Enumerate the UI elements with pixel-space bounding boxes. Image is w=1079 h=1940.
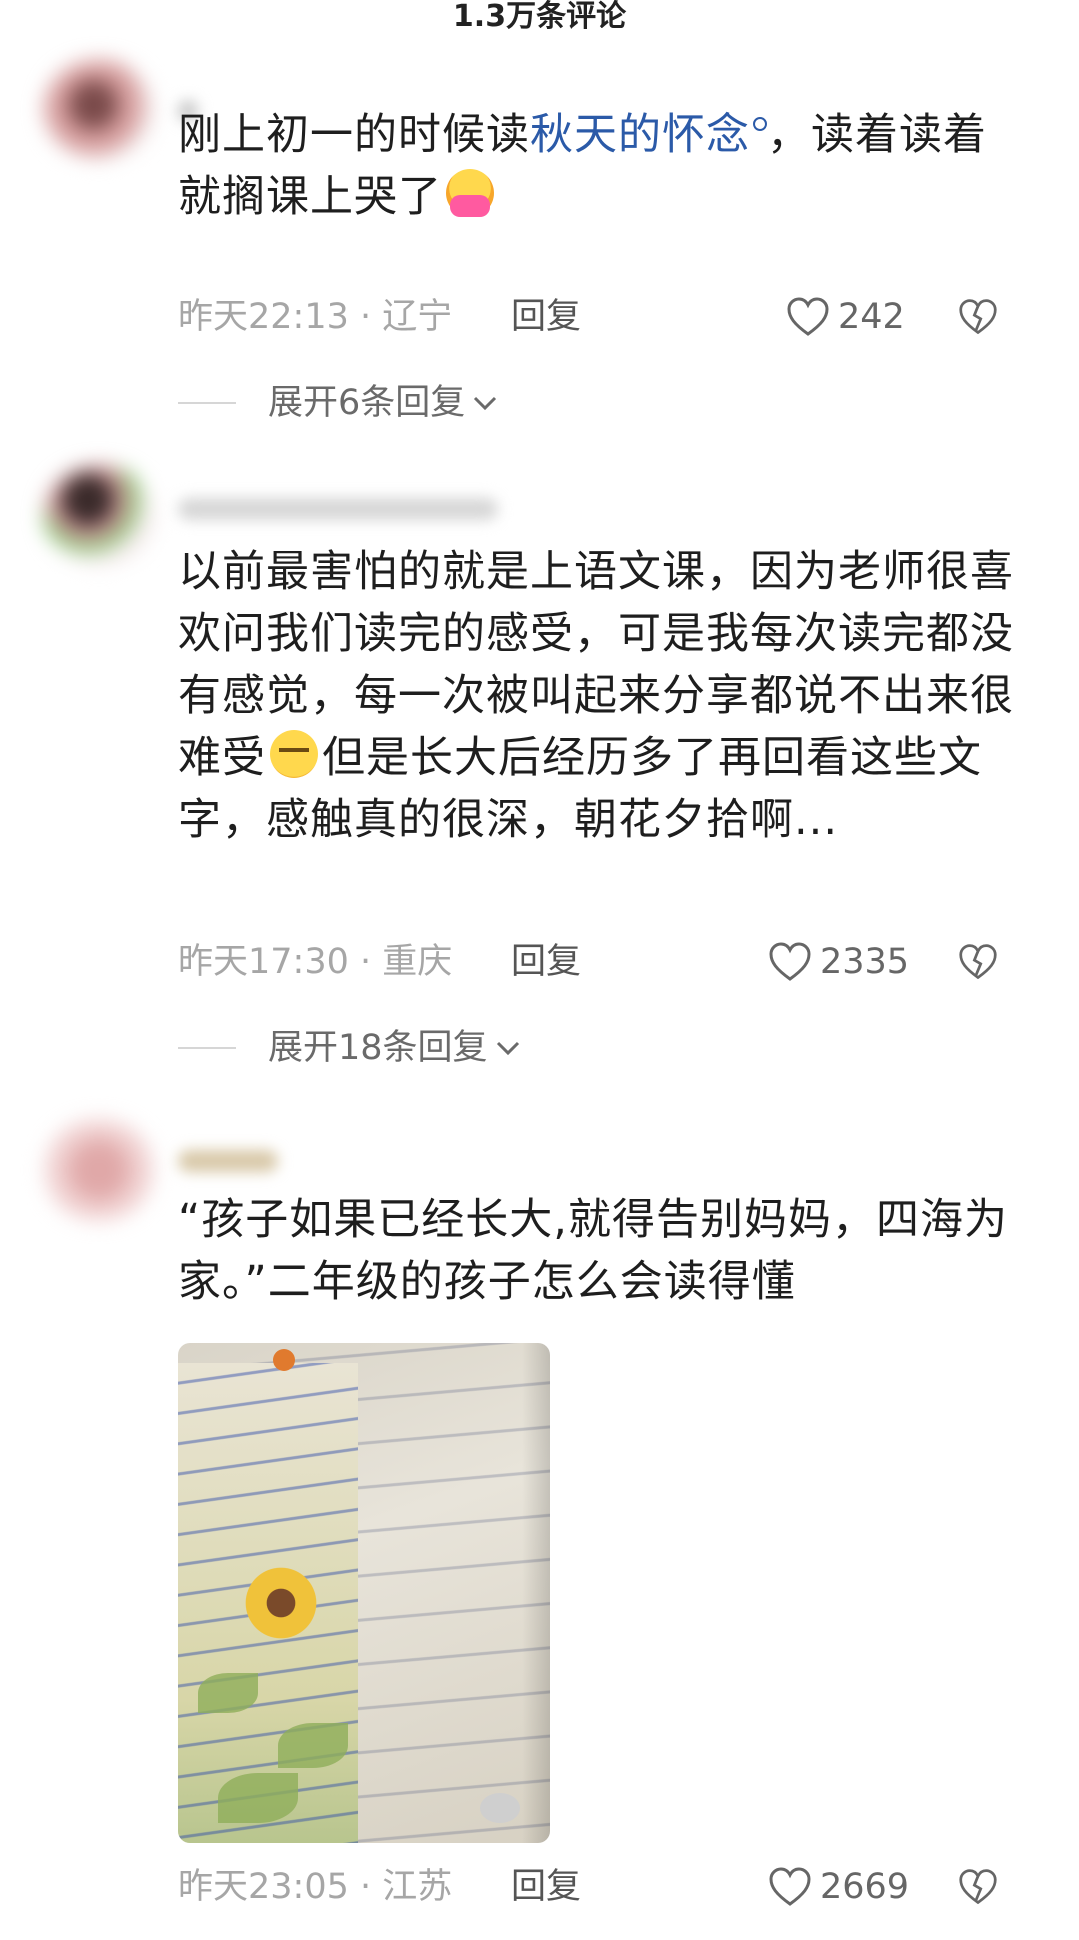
expand-replies-button[interactable]: 展开18条回复 bbox=[178, 1023, 522, 1073]
hugging-face-emoji-icon bbox=[446, 169, 494, 217]
chevron-down-icon bbox=[496, 1041, 519, 1056]
like-button[interactable]: 2335 bbox=[768, 937, 909, 987]
broken-heart-icon[interactable] bbox=[958, 1868, 998, 1906]
leaf-decoration bbox=[278, 1723, 348, 1768]
timestamp-location: 昨天23:05 · 江苏 bbox=[178, 1867, 453, 1907]
timestamp-location: 昨天22:13 · 辽宁 bbox=[178, 297, 453, 337]
divider-line bbox=[178, 402, 236, 404]
rabbit-illustration bbox=[480, 1793, 520, 1823]
reply-button[interactable]: 回复 bbox=[511, 1862, 581, 1912]
comment-meta: 昨天22:13 · 辽宁 回复 242 bbox=[178, 292, 1038, 342]
like-count: 2335 bbox=[820, 942, 910, 982]
broken-heart-icon[interactable] bbox=[958, 943, 998, 981]
sunflower-illustration bbox=[236, 1558, 326, 1648]
like-button[interactable]: 2669 bbox=[768, 1862, 909, 1912]
divider-line bbox=[178, 1047, 236, 1049]
comment-text-part: 刚上初一的时候读 bbox=[178, 110, 530, 160]
expand-label: 展开18条回复 bbox=[268, 1028, 488, 1068]
lesson-number-badge bbox=[273, 1349, 295, 1371]
comment-text: “孩子如果已经长大,就得告别妈妈，四海为家。”二年级的孩子怎么会读得懂 bbox=[178, 1195, 1008, 1307]
leaf-decoration bbox=[198, 1673, 258, 1713]
tired-face-emoji-icon bbox=[270, 730, 318, 778]
page-fold-shadow bbox=[522, 1343, 550, 1843]
broken-heart-icon[interactable] bbox=[958, 298, 998, 336]
reply-button[interactable]: 回复 bbox=[511, 292, 581, 342]
expand-label: 展开6条回复 bbox=[268, 383, 466, 423]
comments-count-title: 1.3万条评论 bbox=[452, 0, 627, 34]
comment-text: 刚上初一的时候读秋天的怀念 ，读着读着就搁课上哭了 bbox=[178, 104, 1028, 228]
heart-icon bbox=[768, 1867, 812, 1907]
username-blurred[interactable] bbox=[178, 498, 498, 520]
avatar[interactable] bbox=[44, 465, 154, 565]
expand-replies-button[interactable]: 展开6条回复 bbox=[178, 378, 499, 428]
comment-meta: 昨天23:05 · 江苏 回复 2669 bbox=[178, 1862, 1038, 1912]
username-blurred[interactable] bbox=[178, 1150, 278, 1172]
chevron-down-icon bbox=[474, 396, 497, 411]
search-link[interactable]: 秋天的怀念 bbox=[530, 110, 767, 160]
like-button[interactable]: 242 bbox=[786, 292, 905, 342]
reply-button[interactable]: 回复 bbox=[511, 937, 581, 987]
heart-icon bbox=[768, 942, 812, 982]
heart-icon bbox=[786, 297, 830, 337]
textbook-page-photo[interactable] bbox=[178, 1343, 550, 1843]
leaf-decoration bbox=[218, 1773, 298, 1823]
avatar[interactable] bbox=[44, 1120, 154, 1220]
like-count: 2669 bbox=[820, 1867, 910, 1907]
timestamp-location: 昨天17:30 · 重庆 bbox=[178, 942, 453, 982]
comment-meta: 昨天17:30 · 重庆 回复 2335 bbox=[178, 937, 1038, 987]
like-count: 242 bbox=[838, 297, 905, 337]
comment-text: 以前最害怕的就是上语文课，因为老师很喜欢问我们读完的感受，可是我每次读完都没有感… bbox=[178, 541, 1028, 851]
search-icon bbox=[753, 117, 767, 131]
avatar[interactable] bbox=[44, 60, 154, 160]
